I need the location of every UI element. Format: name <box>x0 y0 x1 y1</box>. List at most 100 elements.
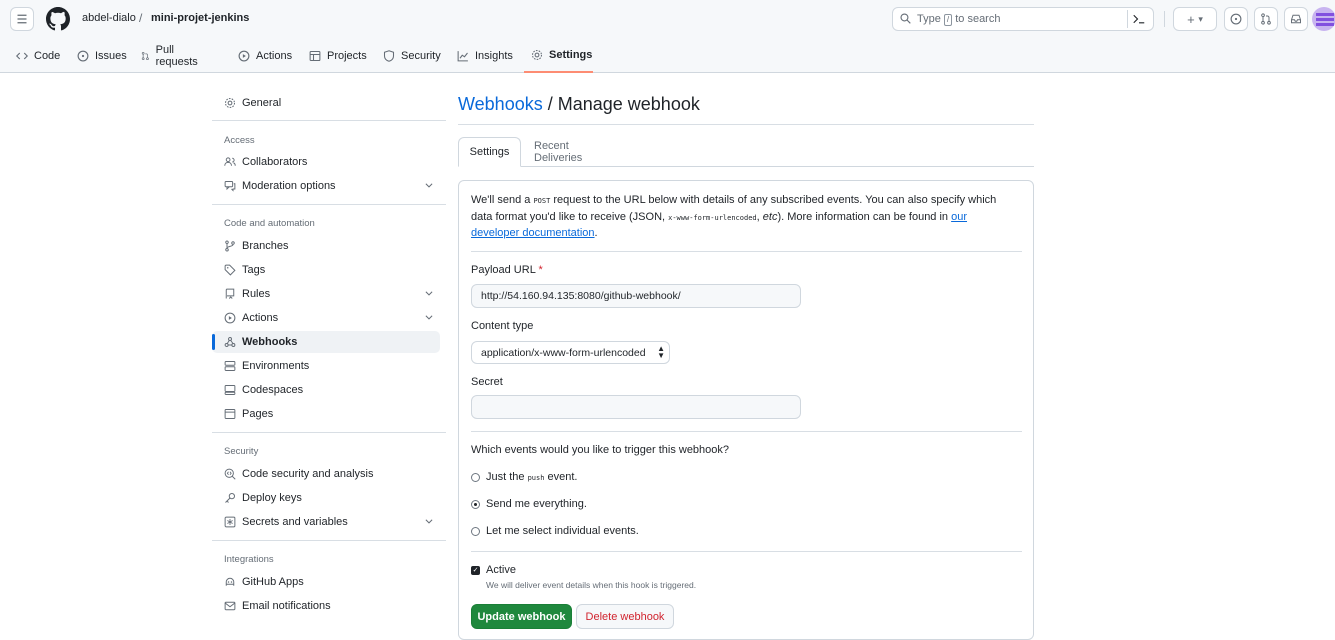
form-divider <box>471 251 1022 252</box>
payload-url-label: Payload URL * <box>471 264 543 276</box>
key-asterisk-icon <box>224 516 236 528</box>
tab-settings[interactable]: Settings <box>524 38 593 73</box>
search-icon <box>900 13 911 24</box>
issues-button[interactable] <box>1224 7 1248 31</box>
plus-icon: + <box>1187 11 1195 27</box>
radio-send-everything[interactable]: Send me everything. <box>471 498 587 510</box>
tab-actions[interactable]: Actions <box>238 38 292 73</box>
play-icon <box>238 50 250 61</box>
pull-requests-button[interactable] <box>1254 7 1278 31</box>
sidebar-item-actions[interactable]: Actions <box>212 307 440 329</box>
sidebar-item-branches[interactable]: Branches <box>212 235 440 257</box>
secret-label: Secret <box>471 376 503 388</box>
inbox-icon <box>1291 14 1301 24</box>
key-icon <box>225 493 235 503</box>
sidebar-item-moderation[interactable]: Moderation options <box>212 175 440 197</box>
create-new-button[interactable]: + ▾ <box>1173 7 1217 31</box>
sidebar-item-general[interactable]: General <box>212 92 440 114</box>
radio-button[interactable] <box>471 526 480 536</box>
breadcrumb-repo[interactable]: mini-projet-jenkins <box>151 12 249 24</box>
codescan-icon <box>224 468 236 480</box>
sidebar-item-label: Branches <box>242 240 289 252</box>
sidebar-item-label: Email notifications <box>242 600 331 612</box>
secret-input[interactable] <box>471 395 801 419</box>
sidebar-item-label: General <box>242 97 282 109</box>
tab-security-label: Security <box>401 49 441 62</box>
tab-webhook-settings[interactable]: Settings <box>458 137 521 167</box>
sidebar-item-webhooks[interactable]: Webhooks <box>212 331 440 353</box>
inbox-button[interactable] <box>1284 7 1308 31</box>
tab-insights[interactable]: Insights <box>457 38 513 73</box>
sidebar-item-collaborators[interactable]: Collaborators <box>212 151 440 173</box>
sidebar-item-label: Secrets and variables <box>242 516 348 528</box>
codespaces-icon <box>224 385 236 395</box>
sidebar-heading-access: Access <box>224 135 255 146</box>
tab-security[interactable]: Security <box>383 38 441 73</box>
command-palette-icon[interactable] <box>1127 10 1149 28</box>
sidebar-item-label: Deploy keys <box>242 492 302 504</box>
tab-issues[interactable]: Issues <box>77 38 127 73</box>
sidebar-item-tags[interactable]: Tags <box>212 259 440 281</box>
update-webhook-button[interactable]: Update webhook <box>471 604 572 629</box>
tabs-divider <box>458 166 1034 167</box>
active-label: Active <box>486 564 516 576</box>
people-icon <box>224 157 236 166</box>
tab-pull-requests-label: Pull requests <box>155 43 198 68</box>
chevron-down-icon <box>425 519 433 524</box>
sidebar-heading-integrations: Integrations <box>224 554 274 565</box>
content-type-select[interactable]: application/x-www-form-urlencoded ▲ ▼ <box>471 341 670 364</box>
radio-just-push[interactable]: Just the push event. <box>471 471 577 483</box>
sidebar-item-environments[interactable]: Environments <box>212 355 440 377</box>
delete-webhook-button[interactable]: Delete webhook <box>576 604 674 629</box>
sidebar-item-secrets[interactable]: Secrets and variables <box>212 511 440 533</box>
tab-recent-deliveries[interactable]: Recent Deliveries <box>534 137 614 167</box>
tab-projects[interactable]: Projects <box>309 38 367 73</box>
sidebar-item-code-security[interactable]: Code security and analysis <box>212 463 440 485</box>
webhook-form-panel: We'll send a POST request to the URL bel… <box>458 180 1034 640</box>
search-input[interactable]: Type / to search <box>892 7 1154 31</box>
sidebar-item-rules[interactable]: Rules <box>212 283 440 305</box>
sidebar-divider <box>212 204 446 205</box>
payload-url-input[interactable] <box>471 284 801 308</box>
sidebar-divider <box>212 432 446 433</box>
apps-icon <box>225 577 235 586</box>
git-branch-icon <box>225 240 235 252</box>
page-title: Webhooks / Manage webhook <box>458 94 700 114</box>
code-icon <box>16 52 28 59</box>
chevron-down-icon: ▾ <box>1198 13 1203 24</box>
menu-button[interactable] <box>10 7 34 31</box>
mail-icon <box>224 601 236 611</box>
content-type-value: application/x-www-form-urlencoded <box>481 347 646 359</box>
tab-insights-label: Insights <box>475 49 513 62</box>
hamburger-icon <box>17 14 27 24</box>
play-icon <box>224 312 236 324</box>
tab-code[interactable]: Code <box>16 38 60 73</box>
issue-icon <box>77 50 89 61</box>
sidebar-item-label: Rules <box>242 288 271 300</box>
shield-icon <box>383 49 395 62</box>
tab-pull-requests[interactable]: Pull requests <box>141 38 201 73</box>
issue-icon <box>1230 13 1242 25</box>
sidebar-item-email-notifications[interactable]: Email notifications <box>212 595 440 617</box>
sidebar-item-deploy-keys[interactable]: Deploy keys <box>212 487 440 509</box>
radio-select-individual[interactable]: Let me select individual events. <box>471 525 639 537</box>
tab-actions-label: Actions <box>256 49 293 62</box>
sidebar-item-label: Pages <box>242 408 274 420</box>
github-logo-icon[interactable] <box>46 7 70 31</box>
sidebar-item-github-apps[interactable]: GitHub Apps <box>212 571 440 593</box>
breadcrumb-owner[interactable]: abdel-dialo <box>82 12 136 24</box>
sidebar-item-label: Tags <box>242 264 266 276</box>
avatar[interactable] <box>1312 7 1335 31</box>
tab-code-label: Code <box>34 49 61 62</box>
sidebar-item-pages[interactable]: Pages <box>212 403 440 425</box>
sidebar-item-codespaces[interactable]: Codespaces <box>212 379 440 401</box>
radio-button-selected[interactable] <box>471 499 480 509</box>
content-type-label: Content type <box>471 320 534 332</box>
active-checkbox[interactable]: ✓ <box>471 566 480 575</box>
radio-button[interactable] <box>471 472 480 482</box>
sidebar-item-label: GitHub Apps <box>242 576 304 588</box>
page-title-text: Manage webhook <box>557 94 700 114</box>
sidebar-item-label: Webhooks <box>242 336 298 348</box>
chevron-down-icon <box>425 315 433 320</box>
webhooks-breadcrumb-link[interactable]: Webhooks <box>458 94 543 114</box>
